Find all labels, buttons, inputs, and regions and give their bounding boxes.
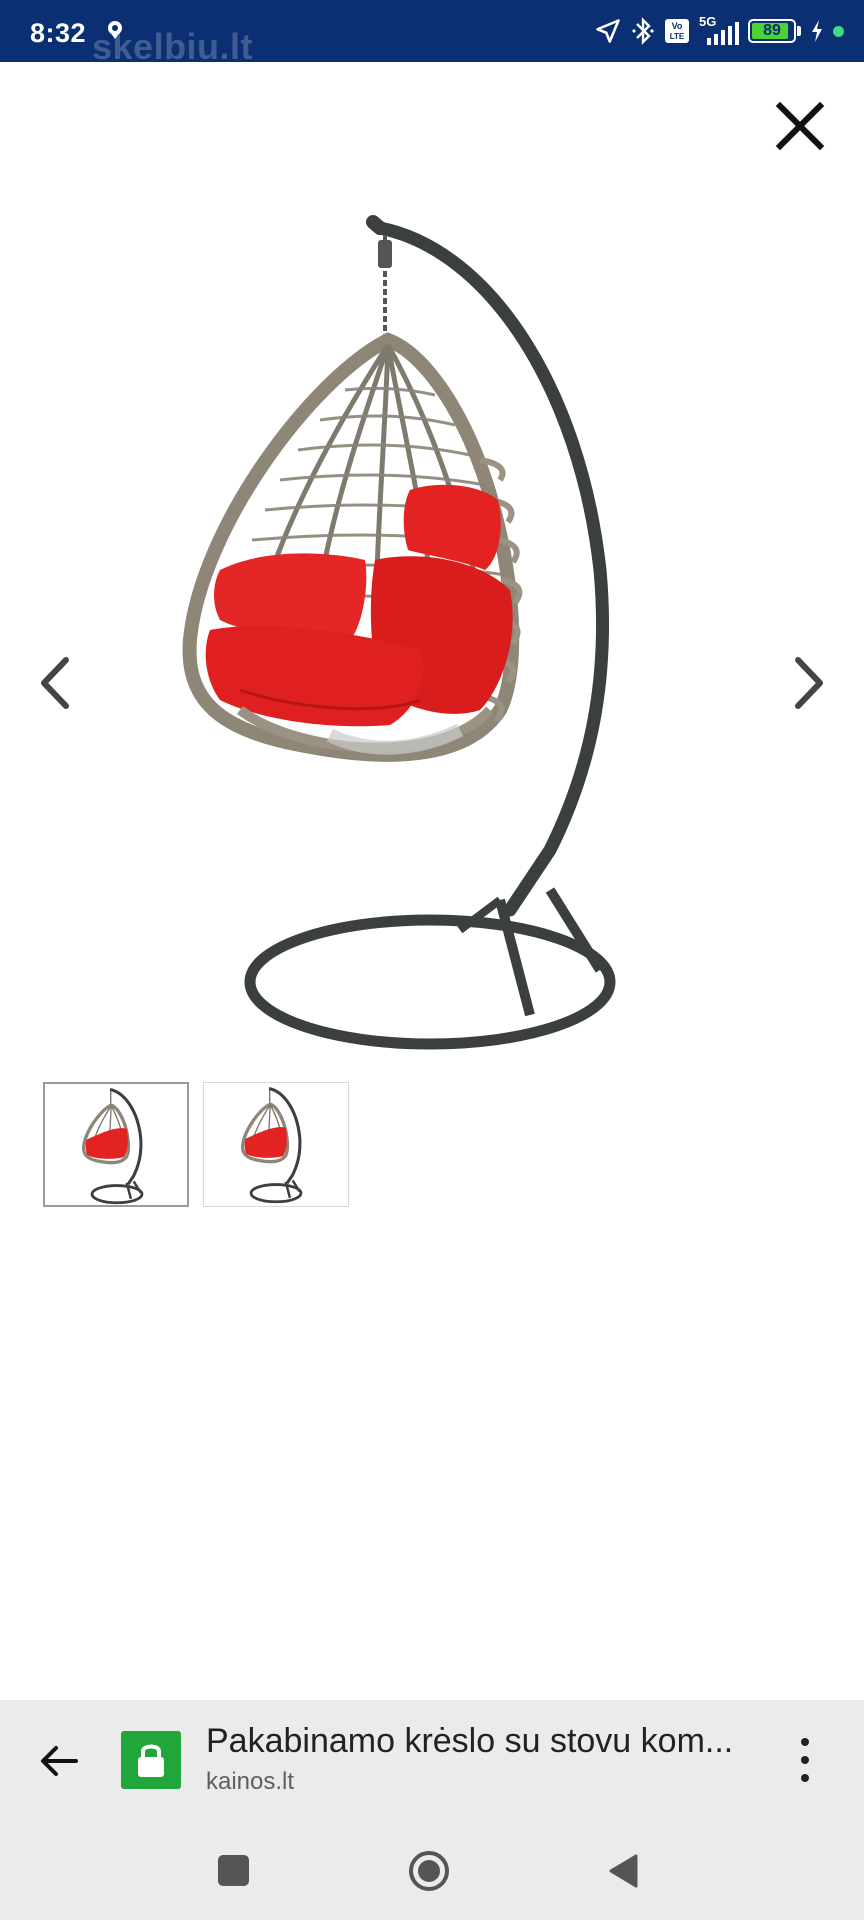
close-icon[interactable] — [772, 98, 828, 154]
status-time: 8:32 — [30, 18, 87, 48]
square-icon[interactable] — [218, 1855, 249, 1886]
bluetooth-icon — [632, 17, 654, 45]
green-dot-icon — [833, 25, 844, 37]
thumbnail-chair-image — [82, 1088, 144, 1205]
chevron-right-icon[interactable] — [784, 650, 834, 716]
system-nav-bar — [0, 1820, 864, 1920]
status-icons: Vo LTE 5G 89 — [594, 14, 844, 48]
back-arrow-icon[interactable] — [38, 1740, 80, 1782]
battery-level: 89 — [763, 22, 781, 39]
charging-icon — [812, 20, 822, 42]
address-bar: Pakabinamo krėslo su stovu kom... kainos… — [0, 1700, 864, 1820]
svg-text:LTE: LTE — [670, 32, 685, 41]
volte-icon: Vo LTE — [665, 19, 689, 43]
thumbnail-chair-image — [241, 1087, 303, 1204]
triangle-back-icon[interactable] — [606, 1853, 640, 1889]
chevron-left-icon[interactable] — [30, 650, 80, 716]
page-title[interactable]: Pakabinamo krėslo su stovu kom... — [206, 1722, 766, 1761]
page-domain[interactable]: kainos.lt — [206, 1768, 294, 1796]
svg-text:Vo: Vo — [672, 21, 683, 31]
thumbnail-2[interactable] — [203, 1082, 349, 1207]
location-icon — [108, 21, 122, 39]
lock-badge[interactable] — [121, 1731, 181, 1789]
battery-icon: 89 — [748, 19, 801, 43]
signal-icon: 5G — [699, 14, 739, 46]
navigation-icon — [596, 19, 620, 43]
status-bar: skelbiu.lt 8:32 Vo LTE 5G 89 — [0, 0, 864, 67]
circle-icon[interactable] — [408, 1850, 450, 1892]
thumbnail-1[interactable] — [43, 1082, 189, 1207]
hanging-egg-chair-image[interactable] — [180, 210, 680, 1060]
lock-icon — [138, 1744, 164, 1777]
more-vert-icon[interactable] — [790, 1734, 820, 1786]
